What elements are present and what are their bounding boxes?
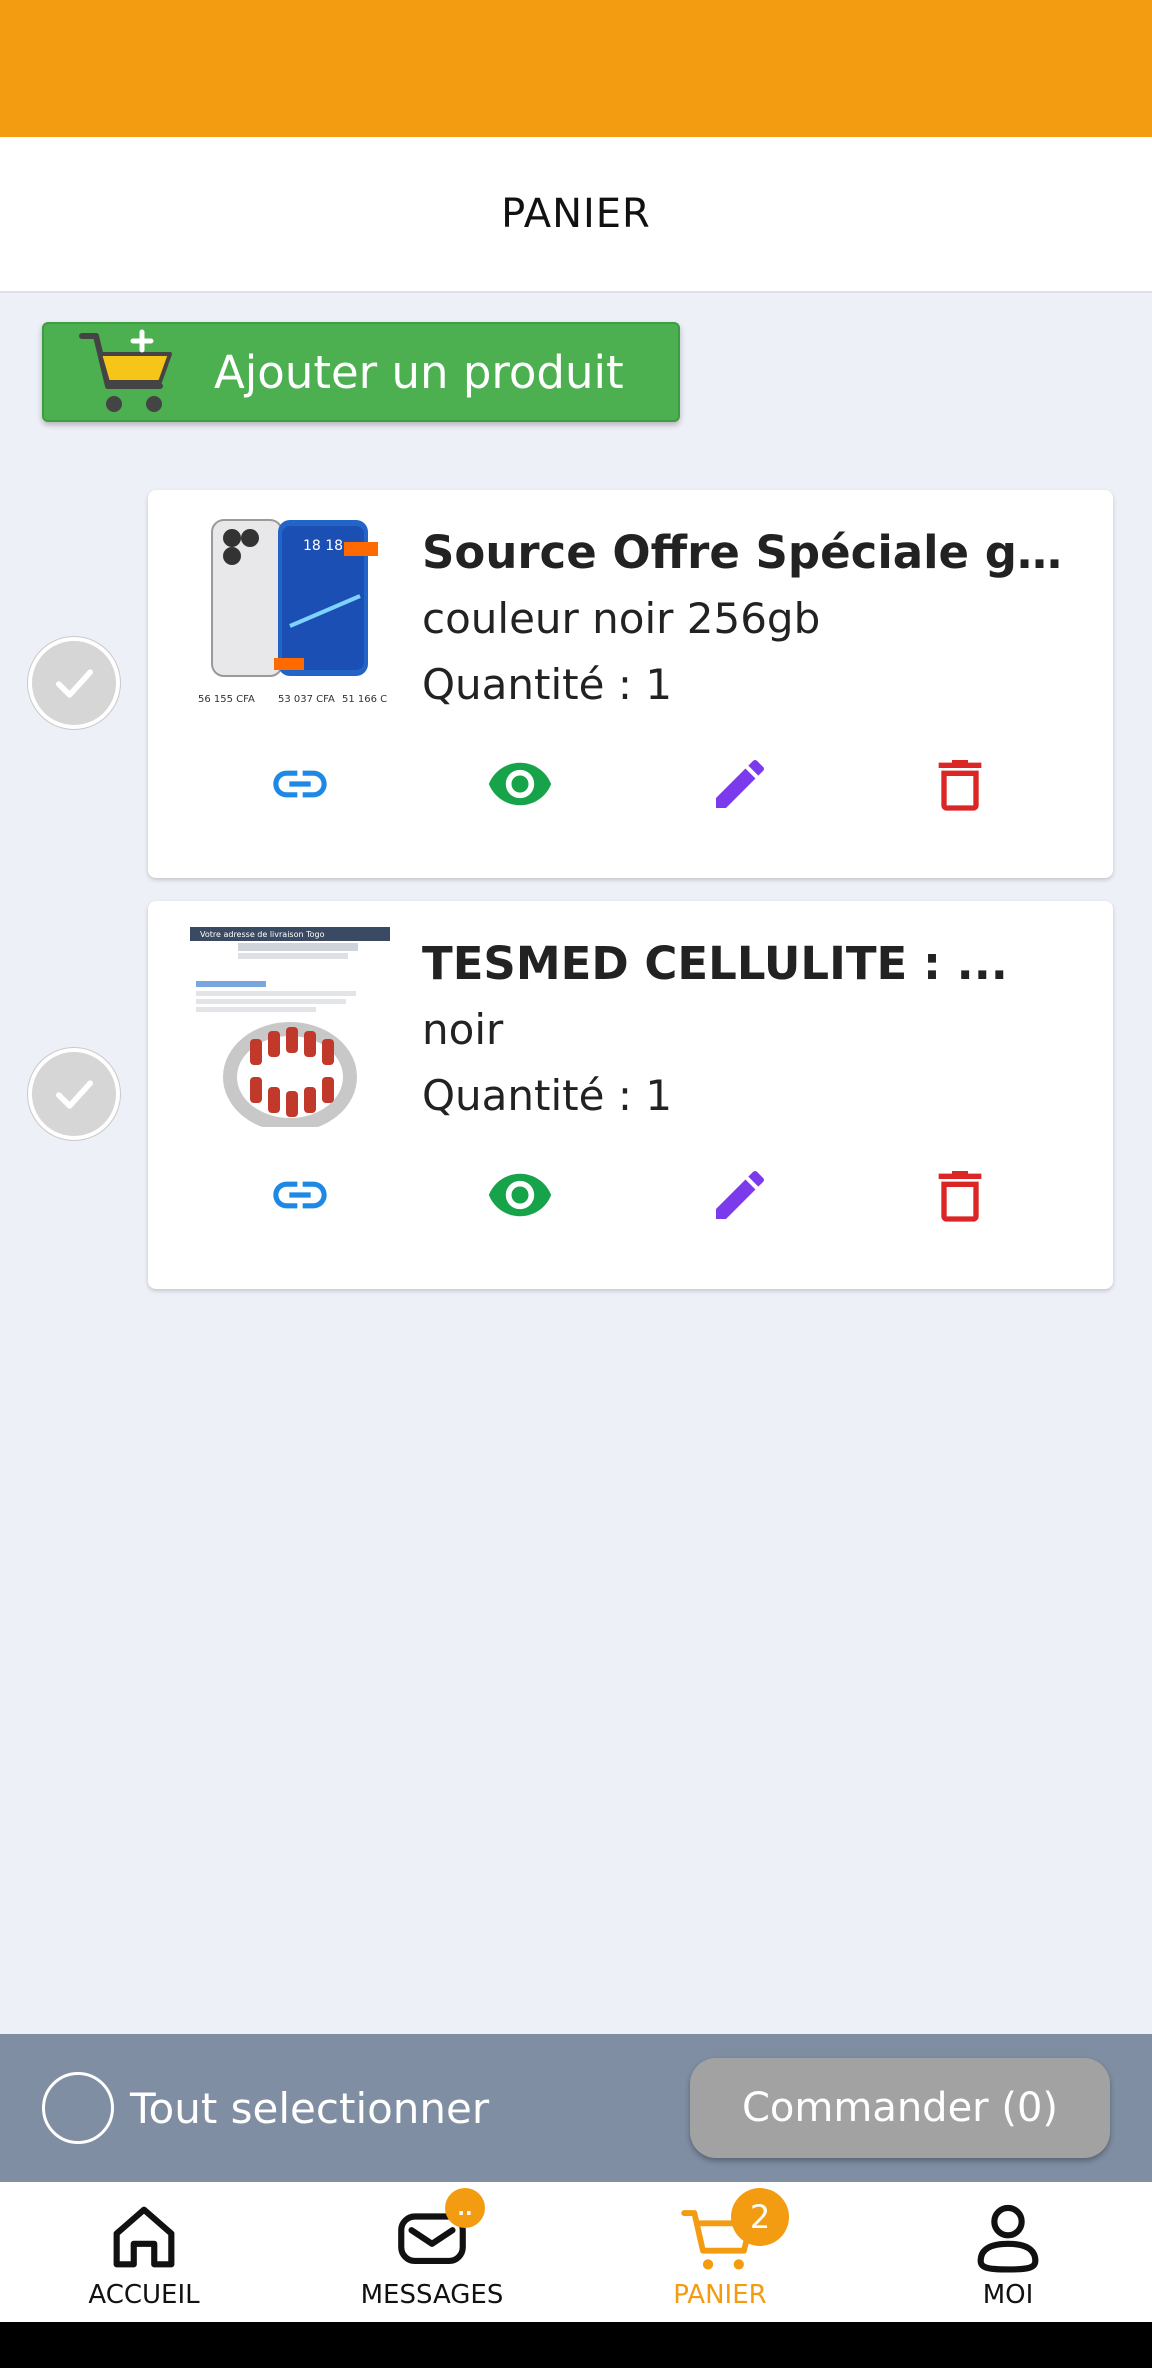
item-select-checkbox[interactable] (28, 637, 120, 729)
tab-label: ACCUEIL (88, 2280, 200, 2310)
user-icon (977, 2204, 1039, 2273)
edit-button[interactable] (704, 748, 776, 820)
tab-moi[interactable]: MOI (864, 2182, 1152, 2322)
delete-button[interactable] (924, 748, 996, 820)
product-thumbnail[interactable]: 18 18 56 155 CFA 53 037 CFA 51 166 C (190, 516, 390, 716)
item-select-checkbox[interactable] (28, 1048, 120, 1140)
view-button[interactable] (484, 1159, 556, 1231)
delete-button[interactable] (924, 1159, 996, 1231)
cart-item-card: Votre adresse de livraison Togo TESMED C… (148, 901, 1113, 1289)
cart-count-badge: 2 (731, 2188, 789, 2246)
svg-text:53 037 CFA: 53 037 CFA (278, 694, 335, 705)
pencil-icon (716, 759, 764, 808)
tab-label: MOI (982, 2280, 1034, 2310)
edit-button[interactable] (704, 1159, 776, 1231)
trash-icon (938, 1171, 982, 1222)
order-button[interactable]: Commander (0) (690, 2058, 1110, 2158)
svg-text:Votre adresse de livraison Tog: Votre adresse de livraison Togo (200, 930, 325, 939)
app-header: PANIER (0, 137, 1152, 293)
home-icon (113, 2206, 175, 2268)
cart-action-bar: Tout selectionner Commander (0) (0, 2034, 1152, 2182)
product-name[interactable]: TESMED CELLULITE : ... (422, 937, 1082, 990)
select-all-toggle[interactable]: Tout selectionner (42, 2072, 489, 2144)
status-bar (0, 0, 1152, 137)
svg-text:56 155 CFA: 56 155 CFA (198, 694, 255, 705)
check-icon (56, 669, 94, 698)
select-all-label: Tout selectionner (130, 2083, 490, 2133)
pencil-icon (716, 1170, 764, 1219)
svg-text:18 18: 18 18 (303, 538, 343, 554)
link-button[interactable] (264, 748, 336, 820)
svg-text:51 166 C: 51 166 C (342, 694, 387, 705)
tab-messages[interactable]: .. MESSAGES (288, 2182, 576, 2322)
link-icon (273, 770, 327, 798)
add-product-button[interactable]: Ajouter un produit (42, 322, 680, 422)
eye-icon (488, 1173, 552, 1217)
add-to-cart-icon (79, 329, 172, 412)
product-quantity: Quantité : 1 (422, 660, 673, 709)
tab-panier[interactable]: 2 PANIER (576, 2182, 864, 2322)
tab-label: MESSAGES (360, 2280, 504, 2310)
page-title: PANIER (501, 191, 651, 237)
add-product-label: Ajouter un produit (214, 345, 624, 399)
link-button[interactable] (264, 1159, 336, 1231)
product-variant: noir (422, 1005, 504, 1054)
product-name[interactable]: Source Offre Spéciale gro... (422, 526, 1082, 579)
view-button[interactable] (484, 748, 556, 820)
system-nav-bar (0, 2322, 1152, 2368)
product-variant: couleur noir 256gb (422, 594, 821, 643)
link-icon (273, 1181, 327, 1209)
eye-icon (488, 762, 552, 806)
product-thumbnail[interactable]: Votre adresse de livraison Togo (190, 927, 390, 1127)
trash-icon (938, 760, 982, 811)
check-icon (56, 1080, 94, 1109)
product-quantity: Quantité : 1 (422, 1071, 673, 1120)
select-all-radio[interactable] (42, 2072, 114, 2144)
messages-badge: .. (445, 2188, 485, 2228)
tab-label: PANIER (673, 2280, 767, 2310)
bottom-tab-bar: ACCUEIL .. MESSAGES 2 PANIER MOI (0, 2182, 1152, 2322)
cart-item-card: 18 18 56 155 CFA 53 037 CFA 51 166 C Sou… (148, 490, 1113, 878)
tab-accueil[interactable]: ACCUEIL (0, 2182, 288, 2322)
